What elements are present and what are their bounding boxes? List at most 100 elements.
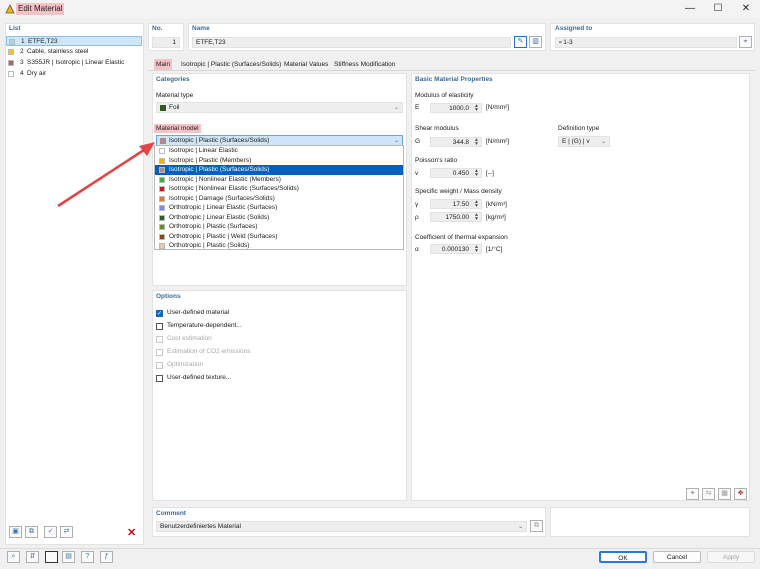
name-label: Name bbox=[192, 25, 210, 32]
no-label: No. bbox=[152, 25, 163, 32]
check-all-icon[interactable]: ✓ bbox=[44, 526, 57, 538]
list-panel bbox=[5, 23, 144, 545]
material-model-dropdown[interactable]: Isotropic | Linear Elastic Isotropic | Pl… bbox=[154, 145, 404, 250]
list-item[interactable]: 1 ETFE,T23 bbox=[6, 36, 142, 46]
material-type-select[interactable]: Foil ⌄ bbox=[156, 102, 403, 113]
list-item-number: 2 bbox=[20, 48, 24, 55]
list-item-number: 4 bbox=[20, 70, 24, 77]
list-item-name: ETFE,T23 bbox=[28, 38, 58, 45]
model-option-label: Isotropic | Nonlinear Elastic (Surfaces/… bbox=[169, 185, 299, 192]
alpha-input[interactable]: 0.000130 ▲ ▼ bbox=[430, 244, 482, 254]
e-input[interactable]: 1000.0 ▲ ▼ bbox=[430, 103, 482, 113]
apply-button[interactable]: Apply bbox=[707, 551, 755, 563]
pin-icon[interactable]: ✦ bbox=[686, 488, 699, 500]
material-color-swatch bbox=[9, 39, 15, 45]
list-item-name: S355JR | Isotropic | Linear Elastic bbox=[27, 59, 125, 66]
list-item-number: 3 bbox=[20, 59, 24, 66]
material-model-option[interactable]: Isotropic | Damage (Surfaces/Solids) bbox=[155, 194, 403, 204]
close-button[interactable]: ✕ bbox=[739, 2, 753, 16]
option-checkbox[interactable] bbox=[156, 375, 163, 382]
rho-value: 1750.00 bbox=[445, 214, 470, 221]
option-checkbox bbox=[156, 362, 163, 369]
comment-value: Benutzerdefiniertes Material bbox=[160, 523, 241, 530]
gamma-input[interactable]: 17.50 ▲ ▼ bbox=[430, 199, 482, 209]
tab-material-values[interactable]: Material Values bbox=[282, 59, 330, 70]
material-model-option[interactable]: Isotropic | Nonlinear Elastic (Surfaces/… bbox=[155, 184, 403, 194]
name-field[interactable]: ETFE,T23 bbox=[192, 37, 511, 48]
comment-select[interactable]: Benutzerdefiniertes Material ⌄ bbox=[156, 521, 527, 532]
new-material-icon[interactable]: ▣ bbox=[9, 526, 22, 538]
e-value: 1000.0 bbox=[449, 105, 469, 112]
cancel-button[interactable]: Cancel bbox=[653, 551, 701, 563]
g-input[interactable]: 344.8 ▲ ▼ bbox=[430, 137, 482, 147]
material-model-option[interactable]: Orthotropic | Plastic (Surfaces) bbox=[155, 222, 403, 232]
chevron-down-icon: ⌄ bbox=[517, 524, 523, 530]
display-icon[interactable] bbox=[45, 551, 58, 563]
material-model-option[interactable]: Orthotropic | Plastic (Solids) bbox=[155, 241, 403, 251]
spinner-icon[interactable]: ▲ ▼ bbox=[474, 104, 479, 113]
categories-header: Categories bbox=[156, 76, 190, 83]
model-color-swatch bbox=[159, 243, 165, 249]
v-input[interactable]: 0.450 ▲ ▼ bbox=[430, 168, 482, 178]
material-model-option[interactable]: Orthotropic | Linear Elastic (Surfaces) bbox=[155, 203, 403, 213]
material-model-option[interactable]: Isotropic | Plastic (Members) bbox=[155, 156, 403, 166]
transfer-icon[interactable]: ⇆ bbox=[702, 488, 715, 500]
spinner-icon[interactable]: ▲ ▼ bbox=[474, 213, 479, 222]
modulus-label: Modulus of elasticity bbox=[415, 92, 474, 99]
option-checkbox[interactable] bbox=[156, 323, 163, 330]
delete-icon[interactable]: ✕ bbox=[127, 526, 136, 539]
option-checkbox bbox=[156, 336, 163, 343]
model-option-label: Isotropic | Plastic (Surfaces/Solids) bbox=[169, 166, 270, 173]
copy-material-icon[interactable]: ⧉ bbox=[25, 526, 38, 538]
list-item[interactable]: 3 S355JR | Isotropic | Linear Elastic bbox=[6, 58, 142, 68]
list-item[interactable]: 2 Cable, stainless steel bbox=[6, 47, 142, 57]
renumber-icon[interactable]: ⇄ bbox=[60, 526, 73, 538]
structure-icon[interactable]: ▤ bbox=[62, 551, 75, 563]
maximize-button[interactable]: ☐ bbox=[711, 2, 725, 16]
weight-density-label: Specific weight / Mass density bbox=[415, 188, 502, 195]
definition-type-select[interactable]: E | (G) | v ⌄ bbox=[558, 136, 610, 147]
material-model-option[interactable]: Isotropic | Linear Elastic bbox=[155, 146, 403, 156]
table-icon[interactable]: ▦ bbox=[718, 488, 731, 500]
minimize-button[interactable]: — bbox=[683, 2, 697, 16]
no-field[interactable]: 1 bbox=[152, 37, 180, 48]
list-item[interactable]: 4 Dry air bbox=[6, 69, 142, 79]
material-model-option[interactable]: Isotropic | Plastic (Surfaces/Solids) bbox=[155, 165, 403, 175]
option-checkbox bbox=[156, 349, 163, 356]
comment-edit-icon[interactable]: ⧉ bbox=[530, 520, 543, 532]
edit-name-icon[interactable]: ✎ bbox=[514, 36, 527, 48]
color-icon[interactable]: ❖ bbox=[734, 488, 747, 500]
material-model-option[interactable]: Orthotropic | Plastic | Weld (Surfaces) bbox=[155, 232, 403, 242]
tab-stiffness-modification[interactable]: Stiffness Modification bbox=[332, 59, 397, 70]
option-checkbox[interactable]: ✓ bbox=[156, 310, 163, 317]
help-icon[interactable]: ? bbox=[81, 551, 94, 563]
search-icon[interactable]: ⌕ bbox=[7, 551, 20, 563]
g-unit: [N/mm²] bbox=[486, 138, 510, 145]
v-unit: [--] bbox=[486, 170, 494, 177]
library-icon[interactable]: ▥ bbox=[529, 36, 542, 48]
v-value: 0.450 bbox=[452, 170, 469, 177]
material-model-option[interactable]: Orthotropic | Linear Elastic (Solids) bbox=[155, 213, 403, 223]
material-color-swatch bbox=[8, 60, 14, 66]
spinner-icon[interactable]: ▲ ▼ bbox=[474, 169, 479, 178]
spinner-icon[interactable]: ▲ ▼ bbox=[474, 245, 479, 254]
definition-type-label: Definition type bbox=[558, 125, 600, 132]
assigned-value: 1-3 bbox=[563, 39, 573, 46]
function-icon[interactable]: ƒ bbox=[100, 551, 113, 563]
material-model-value: Isotropic | Plastic (Surfaces/Solids) bbox=[169, 137, 270, 144]
material-model-option[interactable]: Isotropic | Nonlinear Elastic (Members) bbox=[155, 175, 403, 185]
tab-main[interactable]: Main bbox=[154, 59, 173, 70]
tab-isotropic-plastic[interactable]: Isotropic | Plastic (Surfaces/Solids) bbox=[179, 59, 283, 70]
select-objects-icon[interactable]: ⌖ bbox=[739, 36, 752, 48]
material-color-swatch bbox=[8, 71, 14, 77]
units-icon[interactable]: ⇵ bbox=[26, 551, 39, 563]
list-header: List bbox=[9, 25, 21, 32]
ok-button[interactable]: OK bbox=[599, 551, 647, 563]
model-color-swatch bbox=[159, 233, 165, 240]
model-option-label: Orthotropic | Plastic (Surfaces) bbox=[169, 223, 258, 230]
assigned-label: Assigned to bbox=[555, 25, 593, 32]
spinner-icon[interactable]: ▲ ▼ bbox=[474, 200, 479, 209]
spinner-icon[interactable]: ▲ ▼ bbox=[474, 138, 479, 147]
rho-input[interactable]: 1750.00 ▲ ▼ bbox=[430, 212, 482, 222]
assigned-field[interactable]: ⌗ 1-3 bbox=[555, 37, 737, 48]
